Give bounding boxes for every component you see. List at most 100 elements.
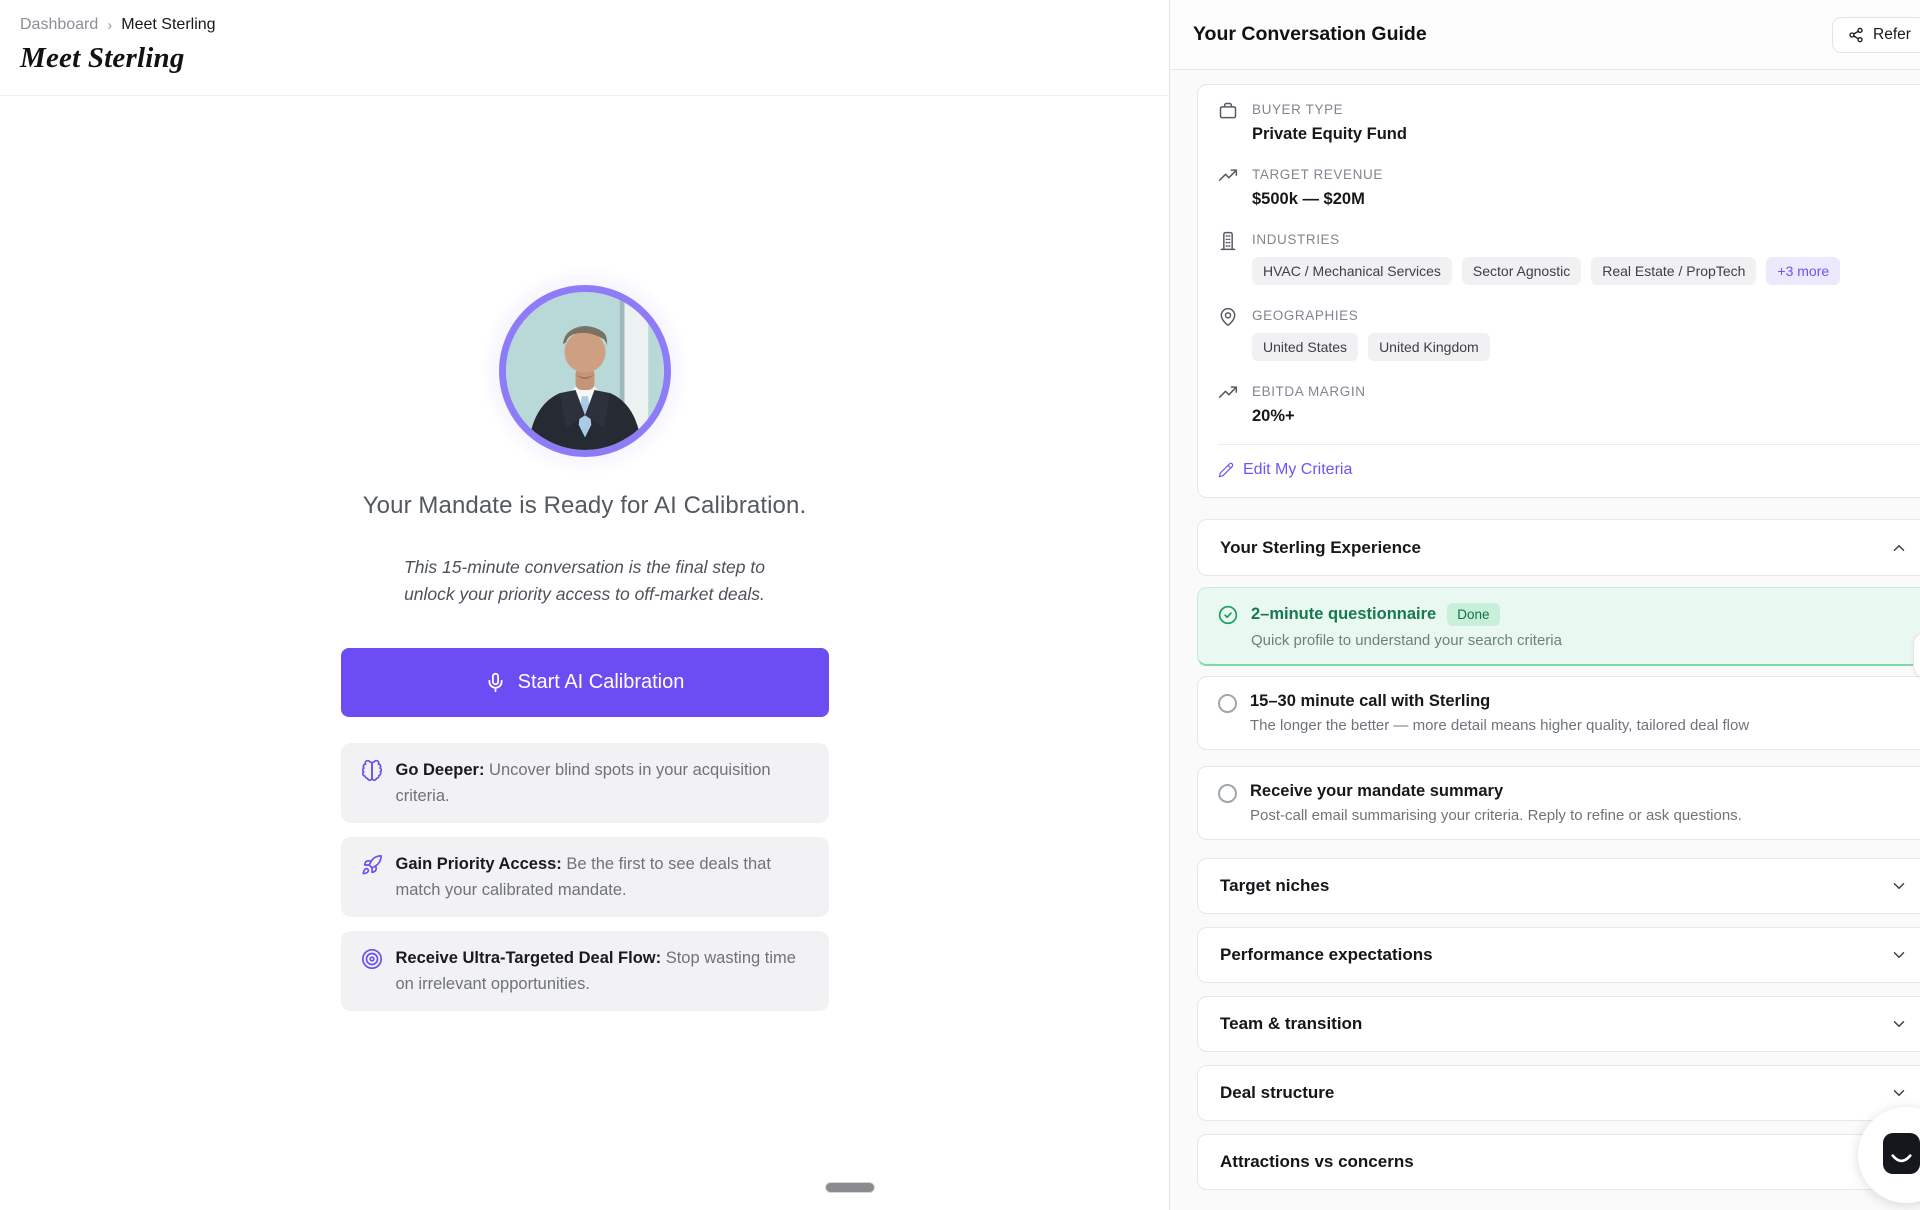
page-title: Meet Sterling — [20, 42, 1169, 75]
refer-button[interactable]: Refer — [1832, 17, 1920, 53]
rocket-icon — [361, 854, 383, 876]
section-team-transition[interactable]: Team & transition — [1197, 996, 1920, 1052]
criteria-row-buyer-type: BUYER TYPE Private Equity Fund — [1218, 101, 1920, 144]
section-title: Performance expectations — [1220, 945, 1433, 965]
ready-subtext: This 15-minute conversation is the final… — [404, 554, 765, 608]
criteria-label: BUYER TYPE — [1252, 101, 1407, 118]
done-badge: Done — [1447, 603, 1499, 626]
step-call-with-sterling: 15–30 minute call with Sterling The long… — [1197, 676, 1920, 750]
sidebar-body: BUYER TYPE Private Equity Fund TARGET RE… — [1170, 70, 1920, 1190]
feature-text: Go Deeper: Uncover blind spots in your a… — [396, 757, 809, 809]
sterling-experience-title: Your Sterling Experience — [1220, 538, 1421, 558]
briefcase-icon — [1218, 101, 1238, 121]
step-questionnaire: 2–minute questionnaire Done Quick profil… — [1197, 587, 1920, 666]
check-circle-icon — [1218, 605, 1238, 625]
conversation-guide-panel: Your Conversation Guide Refer BUYER TYPE… — [1169, 0, 1920, 1210]
criteria-card: BUYER TYPE Private Equity Fund TARGET RE… — [1197, 84, 1920, 498]
step-title: 15–30 minute call with Sterling — [1250, 692, 1490, 711]
chevron-down-icon — [1890, 946, 1908, 964]
chevron-up-icon — [1890, 539, 1908, 557]
chevron-down-icon — [1890, 1015, 1908, 1033]
radio-circle-icon[interactable] — [1218, 694, 1237, 713]
refer-label: Refer — [1873, 26, 1911, 44]
criteria-row-target-revenue: TARGET REVENUE $500k — $20M — [1218, 166, 1920, 209]
ready-subtext-line2: unlock your priority access to off-marke… — [404, 581, 765, 608]
step-title: Receive your mandate summary — [1250, 782, 1503, 801]
edit-link-label: Edit My Criteria — [1243, 461, 1352, 479]
microphone-icon — [485, 672, 506, 693]
feature-text: Receive Ultra-Targeted Deal Flow: Stop w… — [396, 945, 809, 997]
section-performance-expectations[interactable]: Performance expectations — [1197, 927, 1920, 983]
geography-chip: United States — [1252, 333, 1358, 361]
section-title: Deal structure — [1220, 1083, 1334, 1103]
section-deal-structure[interactable]: Deal structure — [1197, 1065, 1920, 1121]
criteria-divider — [1218, 444, 1920, 445]
criteria-label: TARGET REVENUE — [1252, 166, 1383, 183]
criteria-value: $500k — $20M — [1252, 190, 1383, 209]
trending-up-icon — [1218, 166, 1238, 186]
sidebar-title: Your Conversation Guide — [1193, 23, 1427, 46]
calibration-hero: Your Mandate is Ready for AI Calibration… — [0, 96, 1169, 1011]
edge-floating-widget[interactable] — [1913, 632, 1920, 678]
section-attractions-vs-concerns[interactable]: Attractions vs concerns — [1197, 1134, 1920, 1190]
chat-smile-icon — [1891, 1153, 1912, 1167]
app-root: Dashboard › Meet Sterling Meet Sterling — [0, 0, 1920, 1210]
feature-label: Gain Priority Access: — [396, 855, 562, 873]
geography-chips: United States United Kingdom — [1252, 333, 1490, 361]
chevron-down-icon — [1890, 877, 1908, 895]
start-ai-calibration-button[interactable]: Start AI Calibration — [341, 648, 829, 717]
criteria-label: INDUSTRIES — [1252, 231, 1840, 248]
section-title: Attractions vs concerns — [1220, 1152, 1414, 1172]
brain-icon — [361, 760, 383, 782]
chevron-down-icon — [1890, 1084, 1908, 1102]
feature-priority-access: Gain Priority Access: Be the first to se… — [341, 837, 829, 917]
cta-label: Start AI Calibration — [518, 671, 685, 694]
radio-circle-icon[interactable] — [1218, 784, 1237, 803]
ready-subtext-line1: This 15-minute conversation is the final… — [404, 554, 765, 581]
main-header: Dashboard › Meet Sterling Meet Sterling — [0, 0, 1169, 96]
industry-chip: HVAC / Mechanical Services — [1252, 257, 1452, 285]
breadcrumb-separator: › — [107, 17, 112, 34]
step-description: Post-call email summarising your criteri… — [1250, 807, 1742, 824]
avatar-glow — [480, 266, 690, 476]
feature-list: Go Deeper: Uncover blind spots in your a… — [341, 743, 829, 1011]
criteria-value: 20%+ — [1252, 407, 1366, 426]
feature-label: Go Deeper: — [396, 761, 485, 779]
step-mandate-summary: Receive your mandate summary Post-call e… — [1197, 766, 1920, 840]
geography-chip: United Kingdom — [1368, 333, 1490, 361]
map-pin-icon — [1218, 307, 1238, 327]
pencil-icon — [1218, 462, 1234, 478]
edit-my-criteria-link[interactable]: Edit My Criteria — [1218, 461, 1920, 479]
feature-text: Gain Priority Access: Be the first to se… — [396, 851, 809, 903]
criteria-row-geographies: GEOGRAPHIES United States United Kingdom — [1218, 307, 1920, 361]
industry-chip: Sector Agnostic — [1462, 257, 1581, 285]
feature-go-deeper: Go Deeper: Uncover blind spots in your a… — [341, 743, 829, 823]
step-description: Quick profile to understand your search … — [1251, 632, 1562, 649]
feature-label: Receive Ultra-Targeted Deal Flow: — [396, 949, 662, 967]
breadcrumb-current: Meet Sterling — [121, 16, 215, 34]
advisor-portrait — [506, 292, 664, 450]
avatar — [499, 285, 671, 457]
more-industries-chip[interactable]: +3 more — [1766, 257, 1840, 285]
sterling-experience-header[interactable]: Your Sterling Experience — [1197, 519, 1920, 576]
trending-up-icon — [1218, 383, 1238, 403]
breadcrumb: Dashboard › Meet Sterling — [20, 16, 1169, 34]
industry-chip: Real Estate / PropTech — [1591, 257, 1756, 285]
step-title: 2–minute questionnaire — [1251, 605, 1436, 624]
industry-chips: HVAC / Mechanical Services Sector Agnost… — [1252, 257, 1840, 285]
breadcrumb-dashboard-link[interactable]: Dashboard — [20, 16, 98, 34]
criteria-row-industries: INDUSTRIES HVAC / Mechanical Services Se… — [1218, 231, 1920, 285]
step-description: The longer the better — more detail mean… — [1250, 717, 1749, 734]
chat-launcher-button[interactable] — [1883, 1133, 1920, 1174]
criteria-value: Private Equity Fund — [1252, 125, 1407, 144]
main-panel: Dashboard › Meet Sterling Meet Sterling — [0, 0, 1169, 1210]
feature-targeted-deal-flow: Receive Ultra-Targeted Deal Flow: Stop w… — [341, 931, 829, 1011]
target-icon — [361, 948, 383, 970]
horizontal-scrollbar-thumb[interactable] — [825, 1182, 875, 1193]
section-target-niches[interactable]: Target niches — [1197, 858, 1920, 914]
building-icon — [1218, 231, 1238, 251]
criteria-row-ebitda-margin: EBITDA MARGIN 20%+ — [1218, 383, 1920, 426]
section-title: Target niches — [1220, 876, 1329, 896]
criteria-label: EBITDA MARGIN — [1252, 383, 1366, 400]
share-icon — [1848, 27, 1864, 43]
